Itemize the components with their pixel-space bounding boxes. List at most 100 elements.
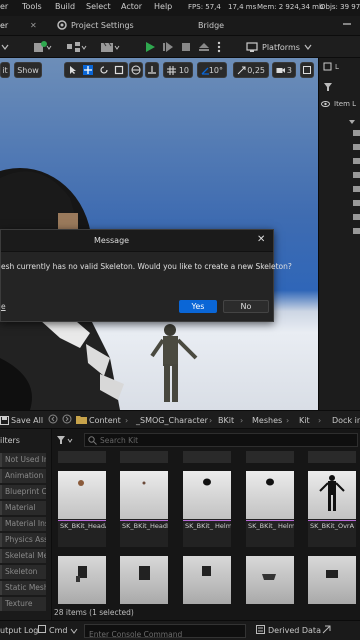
- asset-tile[interactable]: SK_BKit_ HelmetA: [183, 471, 231, 547]
- dialog-close-icon[interactable]: ✕: [257, 234, 265, 245]
- asset-thumbnail: [183, 556, 231, 604]
- asset-tile[interactable]: [308, 556, 356, 604]
- breadcrumb-kit[interactable]: Kit: [299, 416, 310, 425]
- filters-title: ilters: [0, 436, 20, 445]
- tab-project-settings[interactable]: Project Settings: [71, 21, 134, 30]
- tab-close-icon[interactable]: ✕: [30, 21, 37, 30]
- yes-button[interactable]: Yes: [179, 300, 217, 313]
- asset-tile[interactable]: [246, 556, 294, 604]
- editor-tab-bar: er ✕ Project Settings Bridge: [0, 16, 360, 36]
- breadcrumb-content[interactable]: Content: [89, 416, 121, 425]
- tab-level[interactable]: er: [0, 21, 8, 30]
- rotation-snap-button[interactable]: 10°: [197, 62, 227, 78]
- filter-dropdown-icon[interactable]: [56, 435, 74, 447]
- asset-tile[interactable]: SK_BKit_ HelmetB: [246, 471, 294, 547]
- cinematics-icon[interactable]: [100, 40, 122, 54]
- search-box[interactable]: Search Kit: [84, 433, 358, 447]
- more-options-icon[interactable]: [216, 40, 222, 54]
- asset-type-stripe: [308, 520, 356, 521]
- asset-tile-partial[interactable]: [246, 451, 294, 463]
- menu-item-select[interactable]: Select: [86, 2, 111, 11]
- outliner-tab[interactable]: L: [323, 62, 339, 71]
- filter-blueprint[interactable]: Blueprint Cl: [0, 485, 46, 499]
- project-settings-icon: [56, 19, 68, 33]
- world-space-icon[interactable]: [129, 62, 143, 78]
- breadcrumb-smog[interactable]: _SMOG_Character: [136, 416, 208, 425]
- mode-dropdown-icon[interactable]: [0, 40, 14, 54]
- asset-grid: Search Kit SK_BKit_HeadA SK_BKit_HeadB S…: [52, 429, 360, 620]
- outliner-panel: L Item L: [318, 58, 360, 410]
- maximize-viewport-icon[interactable]: [300, 62, 314, 78]
- save-all-button[interactable]: Save All: [11, 416, 43, 425]
- filter-skeleton[interactable]: Skeleton: [0, 565, 46, 579]
- filter-texture[interactable]: Texture: [0, 597, 46, 611]
- dock-in-button[interactable]: Dock in: [332, 416, 360, 425]
- asset-tile-partial[interactable]: [308, 451, 356, 463]
- asset-count-status: 28 items (1 selected): [54, 608, 134, 617]
- blueprint-icon[interactable]: [66, 40, 88, 54]
- lit-mode-button[interactable]: it: [0, 62, 10, 78]
- breadcrumb-sep-icon: ›: [318, 416, 322, 425]
- cmd-dropdown[interactable]: Cmd: [49, 626, 67, 635]
- frame-time-readout: 17,4 ms: [228, 3, 257, 11]
- derived-data-button[interactable]: Derived Data: [268, 626, 321, 635]
- filter-icon[interactable]: [323, 82, 333, 94]
- asset-thumbnail: [308, 471, 356, 519]
- asset-tile-partial[interactable]: [58, 451, 106, 463]
- console-input[interactable]: Enter Console Command: [84, 624, 246, 639]
- filter-not-used[interactable]: Not Used In: [0, 453, 46, 467]
- no-button[interactable]: No: [223, 300, 269, 313]
- step-icon[interactable]: [162, 40, 174, 54]
- breadcrumb-bkit[interactable]: BKit: [218, 416, 234, 425]
- asset-tile-partial[interactable]: [183, 451, 231, 463]
- menu-item-actor[interactable]: Actor: [121, 2, 142, 11]
- asset-tile-partial[interactable]: [120, 451, 168, 463]
- stop-icon[interactable]: [180, 40, 192, 54]
- platforms-icon: [246, 42, 258, 52]
- scale-icon[interactable]: [114, 65, 124, 75]
- asset-tile[interactable]: [58, 556, 106, 604]
- eject-icon[interactable]: [198, 40, 210, 54]
- show-button[interactable]: Show: [14, 62, 42, 78]
- tab-bridge[interactable]: Bridge: [198, 21, 224, 30]
- menu-item-build[interactable]: Build: [55, 2, 75, 11]
- surface-snap-icon[interactable]: [145, 62, 159, 78]
- select-icon[interactable]: [68, 65, 78, 75]
- filter-animation[interactable]: Animation S: [0, 469, 46, 483]
- asset-tile[interactable]: SK_BKit_OvrA: [308, 471, 356, 547]
- add-actor-icon[interactable]: [33, 40, 53, 54]
- menu-item-help[interactable]: Help: [154, 2, 172, 11]
- asset-tile[interactable]: [183, 556, 231, 604]
- translate-icon[interactable]: [83, 65, 94, 75]
- filter-skeletal-mesh[interactable]: Skeletal Me: [0, 549, 46, 563]
- history-back-icon[interactable]: [48, 414, 58, 426]
- dialog-link[interactable]: e: [1, 302, 6, 311]
- menu-item-file[interactable]: er: [0, 2, 8, 11]
- asset-tile[interactable]: SK_BKit_HeadB: [120, 471, 168, 547]
- filter-material[interactable]: Material: [0, 501, 46, 515]
- rotation-snap-value: 10°: [208, 65, 223, 75]
- play-button[interactable]: [144, 40, 156, 54]
- grid-snap-button[interactable]: 10: [163, 62, 193, 78]
- scale-snap-button[interactable]: 0,25: [233, 62, 269, 78]
- minimize-icon[interactable]: [342, 19, 352, 31]
- asset-tile[interactable]: [120, 556, 168, 604]
- visibility-icon[interactable]: [321, 100, 330, 108]
- show-label: Show: [17, 65, 39, 75]
- filter-static-mesh[interactable]: Static Mesh: [0, 581, 46, 595]
- filter-material-instance[interactable]: Material Ins: [0, 517, 46, 531]
- platforms-menu[interactable]: Platforms: [246, 40, 313, 54]
- asset-tile[interactable]: SK_BKit_HeadA: [58, 471, 106, 547]
- camera-speed-button[interactable]: 3: [272, 62, 296, 78]
- search-placeholder: Search Kit: [100, 436, 139, 445]
- output-log-button[interactable]: utput Log: [0, 626, 38, 635]
- filter-physics-asset[interactable]: Physics Ass: [0, 533, 46, 547]
- rotate-icon[interactable]: [99, 65, 109, 75]
- menu-item-tools[interactable]: Tools: [22, 2, 42, 11]
- cmd-chevron-icon: [70, 627, 78, 636]
- source-control-icon[interactable]: [322, 625, 331, 636]
- breadcrumb-meshes[interactable]: Meshes: [252, 416, 282, 425]
- asset-thumbnail: [246, 556, 294, 604]
- history-forward-icon[interactable]: [62, 414, 72, 426]
- breadcrumb-sep-icon: ›: [240, 416, 244, 425]
